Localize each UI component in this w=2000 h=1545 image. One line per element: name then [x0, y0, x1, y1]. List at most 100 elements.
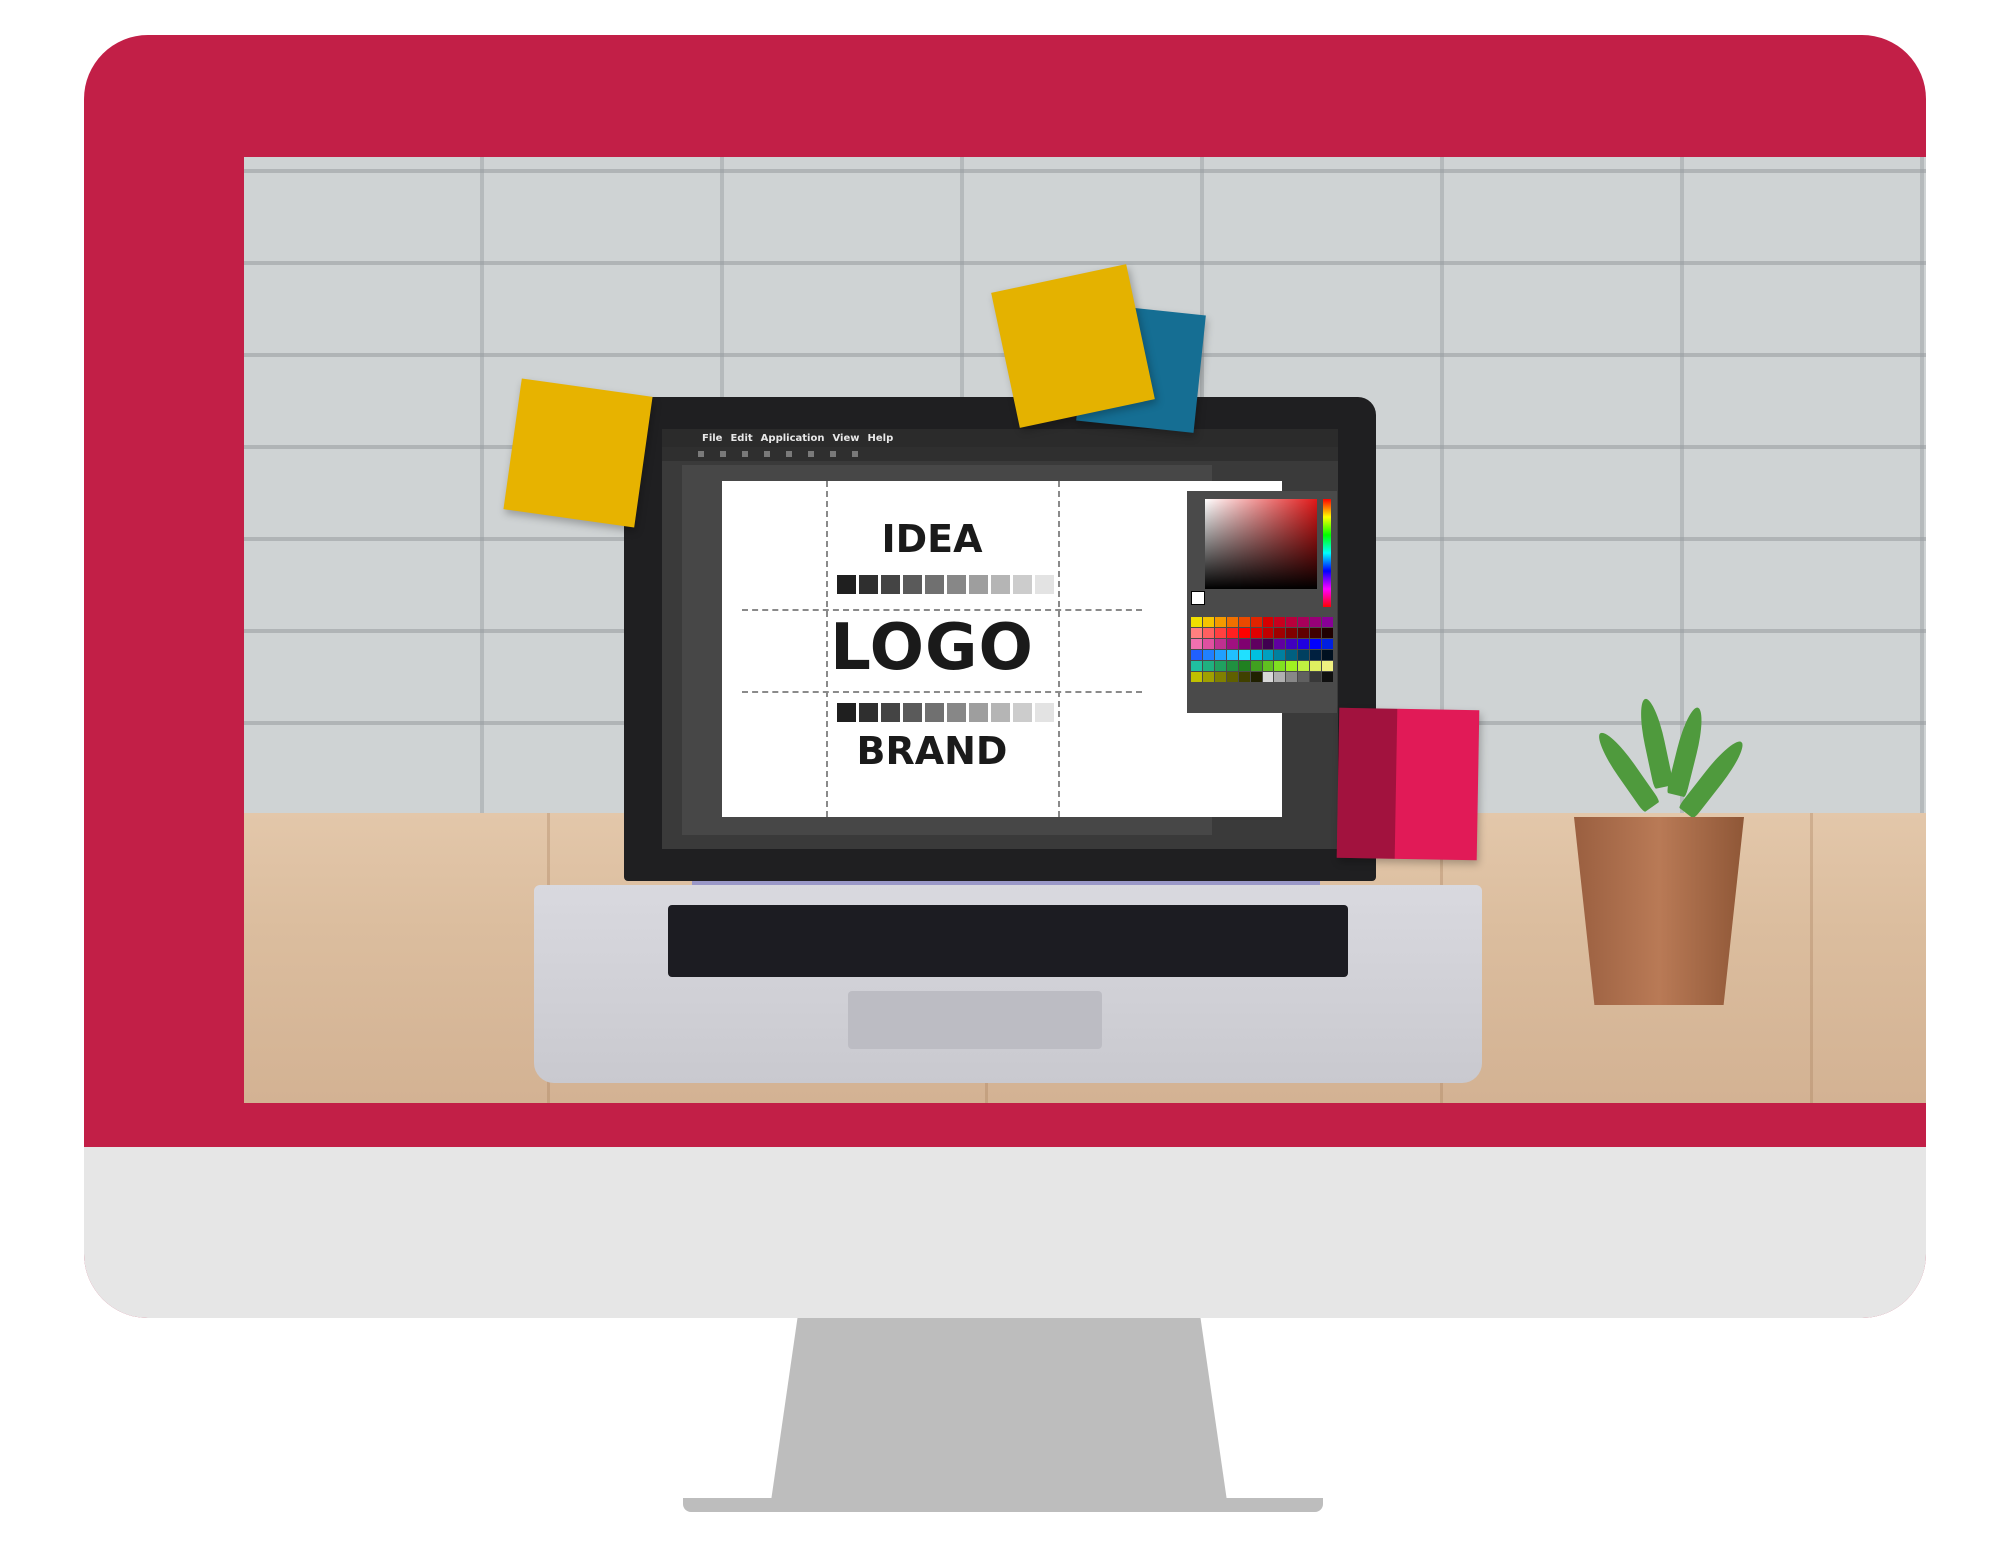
- palette-swatch[interactable]: [1262, 617, 1274, 627]
- palette-swatch[interactable]: [1202, 617, 1214, 627]
- swatch[interactable]: [881, 575, 900, 594]
- palette-swatch[interactable]: [1322, 617, 1333, 627]
- palette-swatch[interactable]: [1274, 672, 1286, 682]
- palette-swatch[interactable]: [1262, 661, 1274, 671]
- swatch[interactable]: [947, 703, 966, 722]
- palette-swatch[interactable]: [1262, 639, 1274, 649]
- palette-swatch[interactable]: [1298, 628, 1310, 638]
- palette-swatch[interactable]: [1298, 672, 1310, 682]
- palette-swatch[interactable]: [1250, 628, 1262, 638]
- palette-swatch[interactable]: [1238, 639, 1250, 649]
- palette-swatch[interactable]: [1310, 639, 1322, 649]
- swatch[interactable]: [969, 575, 988, 594]
- palette-swatch[interactable]: [1286, 617, 1298, 627]
- tool-icon[interactable]: [764, 451, 770, 457]
- tool-icon[interactable]: [698, 451, 704, 457]
- palette-swatch[interactable]: [1310, 617, 1322, 627]
- palette-swatch[interactable]: [1202, 672, 1214, 682]
- palette-swatch[interactable]: [1191, 628, 1202, 638]
- palette-swatch[interactable]: [1238, 628, 1250, 638]
- palette-swatch[interactable]: [1226, 628, 1238, 638]
- palette-swatch[interactable]: [1250, 639, 1262, 649]
- tool-icon[interactable]: [808, 451, 814, 457]
- palette-swatch[interactable]: [1286, 661, 1298, 671]
- swatch[interactable]: [969, 703, 988, 722]
- palette-swatch[interactable]: [1322, 650, 1333, 660]
- palette-swatch[interactable]: [1262, 628, 1274, 638]
- hue-slider[interactable]: [1323, 499, 1331, 607]
- tool-icon[interactable]: [830, 451, 836, 457]
- palette-swatch[interactable]: [1238, 617, 1250, 627]
- palette-swatch[interactable]: [1286, 650, 1298, 660]
- palette-swatch[interactable]: [1226, 639, 1238, 649]
- swatch[interactable]: [837, 703, 856, 722]
- palette-swatch[interactable]: [1250, 672, 1262, 682]
- palette-swatch[interactable]: [1214, 639, 1226, 649]
- palette-swatch[interactable]: [1226, 650, 1238, 660]
- palette-swatch[interactable]: [1214, 617, 1226, 627]
- palette-swatch[interactable]: [1202, 628, 1214, 638]
- text-brand[interactable]: BRAND: [722, 729, 1142, 773]
- palette-swatch[interactable]: [1238, 650, 1250, 660]
- swatch[interactable]: [925, 575, 944, 594]
- palette-swatch[interactable]: [1286, 628, 1298, 638]
- palette-swatch[interactable]: [1214, 650, 1226, 660]
- palette-swatch[interactable]: [1226, 661, 1238, 671]
- palette-swatch[interactable]: [1214, 661, 1226, 671]
- palette-swatch[interactable]: [1191, 650, 1202, 660]
- palette-swatch[interactable]: [1202, 639, 1214, 649]
- swatch[interactable]: [1035, 703, 1054, 722]
- palette-swatch[interactable]: [1250, 650, 1262, 660]
- palette-swatch[interactable]: [1274, 628, 1286, 638]
- palette-swatch[interactable]: [1322, 672, 1333, 682]
- palette-swatch[interactable]: [1202, 661, 1214, 671]
- menu-edit[interactable]: Edit: [730, 433, 752, 444]
- palette-swatch[interactable]: [1262, 650, 1274, 660]
- palette-swatch[interactable]: [1322, 639, 1333, 649]
- color-field[interactable]: [1205, 499, 1317, 589]
- palette-swatch[interactable]: [1238, 661, 1250, 671]
- palette-swatch[interactable]: [1238, 672, 1250, 682]
- swatch[interactable]: [947, 575, 966, 594]
- swatch[interactable]: [991, 703, 1010, 722]
- swatch[interactable]: [881, 703, 900, 722]
- palette-swatch[interactable]: [1322, 628, 1333, 638]
- swatch[interactable]: [859, 575, 878, 594]
- swatch[interactable]: [1013, 575, 1032, 594]
- swatch[interactable]: [1013, 703, 1032, 722]
- palette-swatch[interactable]: [1310, 650, 1322, 660]
- swatch[interactable]: [925, 703, 944, 722]
- palette-swatch[interactable]: [1226, 617, 1238, 627]
- palette-swatch[interactable]: [1286, 639, 1298, 649]
- palette-swatch[interactable]: [1202, 650, 1214, 660]
- palette-swatch[interactable]: [1274, 650, 1286, 660]
- palette-swatch[interactable]: [1274, 639, 1286, 649]
- palette-swatch[interactable]: [1191, 617, 1202, 627]
- swatch[interactable]: [1035, 575, 1054, 594]
- palette-swatch[interactable]: [1310, 661, 1322, 671]
- palette-swatch[interactable]: [1191, 672, 1202, 682]
- swatch[interactable]: [859, 703, 878, 722]
- palette-swatch[interactable]: [1286, 672, 1298, 682]
- text-idea[interactable]: IDEA: [722, 517, 1142, 561]
- text-logo[interactable]: LOGO: [722, 611, 1142, 685]
- swatch[interactable]: [837, 575, 856, 594]
- tool-icon[interactable]: [720, 451, 726, 457]
- palette-swatch[interactable]: [1191, 661, 1202, 671]
- swatch[interactable]: [991, 575, 1010, 594]
- tool-icon[interactable]: [852, 451, 858, 457]
- palette-swatch[interactable]: [1214, 672, 1226, 682]
- palette-swatch[interactable]: [1298, 617, 1310, 627]
- palette-swatch[interactable]: [1226, 672, 1238, 682]
- swatch[interactable]: [903, 703, 922, 722]
- menu-help[interactable]: Help: [867, 433, 893, 444]
- palette-swatch[interactable]: [1274, 661, 1286, 671]
- palette-swatch[interactable]: [1298, 661, 1310, 671]
- palette-swatch[interactable]: [1250, 617, 1262, 627]
- menu-view[interactable]: View: [832, 433, 859, 444]
- tool-icon[interactable]: [786, 451, 792, 457]
- palette-swatch[interactable]: [1298, 639, 1310, 649]
- palette-swatch[interactable]: [1214, 628, 1226, 638]
- palette-swatch[interactable]: [1274, 617, 1286, 627]
- palette-swatch[interactable]: [1310, 672, 1322, 682]
